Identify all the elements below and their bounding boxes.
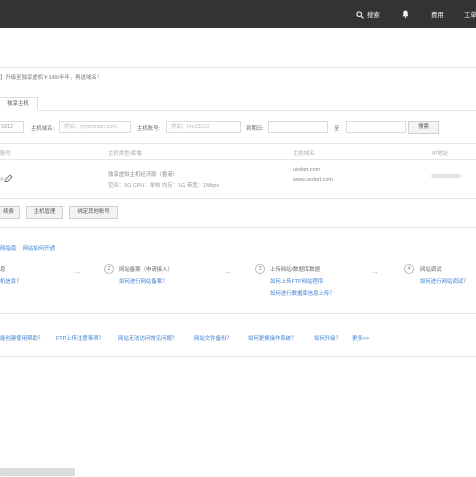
section-divider <box>0 227 476 228</box>
arrow-right-icon: → <box>73 267 81 276</box>
guide-title: 网指南 网站如何开通 <box>0 244 55 252</box>
host-management-button[interactable]: 主机管理 <box>26 206 63 219</box>
faq-link-help[interactable]: 能创建使用帮助？ <box>0 334 43 342</box>
host-type-line2: 空间：5G CPU：单核 内存：1G 带宽：1Mbps <box>108 183 220 189</box>
table-header-border <box>0 159 476 160</box>
search-icon <box>356 10 364 19</box>
step-4-link[interactable]: 如何进行网站调试？ <box>420 277 469 285</box>
host-type-line1: 独享虚拟主机经济版（香港） <box>108 172 179 178</box>
domain-line1: uedart.com <box>293 167 320 173</box>
search-link[interactable]: 搜索 <box>356 10 380 19</box>
step-3-title: 上传网站/数据库数据 <box>270 267 321 273</box>
step-4-title: 网站调试 <box>420 267 442 273</box>
search-link-label: 搜索 <box>367 12 380 19</box>
search-button[interactable]: 搜索 <box>408 121 439 134</box>
step-3-number: 3 <box>255 264 265 274</box>
renew-button[interactable]: 续费 <box>0 206 20 219</box>
account-filter-input[interactable]: 例如：hm15312 <box>166 121 241 133</box>
prefix-input[interactable]: 5312 <box>0 121 24 133</box>
horizontal-scrollbar[interactable] <box>0 468 75 476</box>
step-1-title: 息 <box>0 267 6 273</box>
step-3-link-1[interactable]: 如何上传FTP网站程序 <box>270 277 323 285</box>
step-1-link[interactable]: 机信息？ <box>0 277 22 285</box>
column-header-account: 账号 <box>0 151 11 157</box>
account-filter-label: 主机账号: <box>137 126 161 132</box>
column-header-ip: IP地址 <box>432 151 448 157</box>
divider <box>0 67 476 68</box>
faq-link-more[interactable]: 更多>> <box>352 334 369 342</box>
top-navbar: 搜索 费用 工单 <box>0 0 476 28</box>
column-header-type: 主机类型/套餐 <box>108 151 142 157</box>
expiry-filter-label: 到期日: <box>246 126 264 132</box>
notification-button[interactable] <box>402 10 409 18</box>
promo-notice: 】升级至独享虚机￥149/半年，再送域名！ <box>0 75 103 81</box>
faq-link-os[interactable]: 如何更换操作系统？ <box>248 334 297 342</box>
arrow-right-icon: → <box>371 267 379 276</box>
table-bottom-border <box>0 198 476 199</box>
bell-icon <box>402 10 409 18</box>
table-top-border <box>0 143 476 144</box>
faq-link-backup[interactable]: 网站文件备份？ <box>194 334 232 342</box>
edit-icon[interactable] <box>4 174 13 185</box>
faq-link-upgrade[interactable]: 如何升级？ <box>314 334 341 342</box>
nav-item-tickets-label: 工单 <box>464 12 476 19</box>
nav-item-tickets[interactable]: 工单 <box>464 10 476 19</box>
nav-item-fees[interactable]: 费用 <box>431 10 444 19</box>
column-header-domain: 主机域名 <box>293 151 315 157</box>
ip-address-blurred <box>431 174 461 178</box>
range-separator: 至 <box>334 126 340 132</box>
guide-title-text: 网指南 <box>0 246 17 252</box>
step-2-title: 网站备案（申请接入） <box>119 267 173 273</box>
guide-title-link[interactable]: 网站如何开通 <box>23 246 55 252</box>
arrow-right-icon: → <box>224 267 232 276</box>
faq-link-ftp[interactable]: FTP上传注意事项？ <box>56 334 104 342</box>
step-4-number: 4 <box>404 264 414 274</box>
domain-filter-input[interactable]: 例如：mydomain.com <box>59 121 131 133</box>
step-2-link[interactable]: 如何进行网站备案？ <box>119 277 168 285</box>
domain-filter-label: 主机域名: <box>31 126 55 132</box>
faq-top-divider <box>0 313 476 314</box>
expiry-end-input[interactable] <box>346 121 406 133</box>
account-value-blurred <box>0 177 4 181</box>
faq-bottom-divider <box>0 356 476 357</box>
step-3-link-2[interactable]: 如何进行数据库信息上传？ <box>270 289 335 297</box>
nav-item-fees-label: 费用 <box>431 12 444 19</box>
faq-link-access[interactable]: 网站无法访问常见问题？ <box>118 334 177 342</box>
domain-line2: www.uedart.com <box>293 177 333 183</box>
bind-account-button[interactable]: 绑定其他账号 <box>69 206 118 219</box>
step-2-number: 2 <box>104 264 114 274</box>
tab-dedicated-host[interactable]: 独享主机 <box>0 97 38 111</box>
expiry-start-input[interactable] <box>268 121 328 133</box>
tab-underline <box>0 110 476 111</box>
